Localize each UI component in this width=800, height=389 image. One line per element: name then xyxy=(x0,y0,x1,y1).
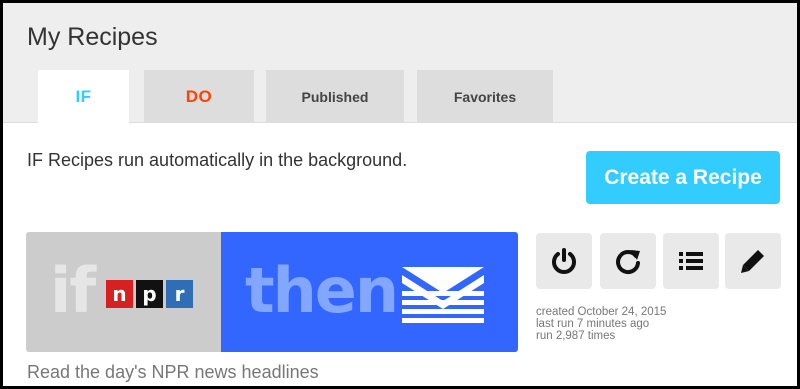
npr-logo: n p r xyxy=(106,280,193,308)
npr-letter-r: r xyxy=(166,280,193,308)
tab-favorites-label: Favorites xyxy=(453,88,517,105)
app-frame: My Recipes IF DO Published Favorites IF … xyxy=(3,3,797,386)
log-button[interactable] xyxy=(663,233,719,289)
intro-text: IF Recipes run automatically in the back… xyxy=(27,150,408,170)
edit-button[interactable] xyxy=(725,233,781,289)
header: My Recipes IF DO Published Favorites xyxy=(3,3,797,124)
tab-published[interactable]: Published xyxy=(266,70,404,123)
recipe-trigger-panel: if n p r xyxy=(26,232,221,352)
list-icon xyxy=(679,252,703,270)
refresh-icon xyxy=(616,250,640,275)
tab-do-label: DO xyxy=(185,86,213,106)
tab-favorites[interactable]: Favorites xyxy=(417,70,553,123)
npr-letter-n: n xyxy=(106,280,133,308)
if-word: if xyxy=(50,254,96,327)
recipe-action-panel: then xyxy=(221,232,518,352)
tab-if[interactable]: IF xyxy=(38,70,129,124)
page-title: My Recipes xyxy=(27,23,158,51)
recipe-description[interactable]: Read the day's NPR news headlines xyxy=(27,362,319,383)
email-icon xyxy=(402,267,484,323)
recipe-meta: created October 24, 2015 last run 7 minu… xyxy=(536,306,666,342)
check-now-button[interactable] xyxy=(600,233,656,289)
power-button[interactable] xyxy=(536,233,592,289)
tab-published-label: Published xyxy=(301,88,369,105)
recipe-card[interactable]: if n p r then xyxy=(26,232,518,352)
run-count: run 2,987 times xyxy=(536,330,616,342)
power-icon xyxy=(552,248,576,274)
created-date: created October 24, 2015 xyxy=(536,306,667,318)
last-run: last run 7 minutes ago xyxy=(536,318,650,330)
tab-if-label: IF xyxy=(75,87,92,106)
pencil-icon xyxy=(741,250,764,273)
create-recipe-button[interactable]: Create a Recipe xyxy=(586,151,780,204)
npr-letter-p: p xyxy=(136,280,163,308)
tab-do[interactable]: DO xyxy=(144,70,254,123)
then-word: then xyxy=(245,254,399,327)
